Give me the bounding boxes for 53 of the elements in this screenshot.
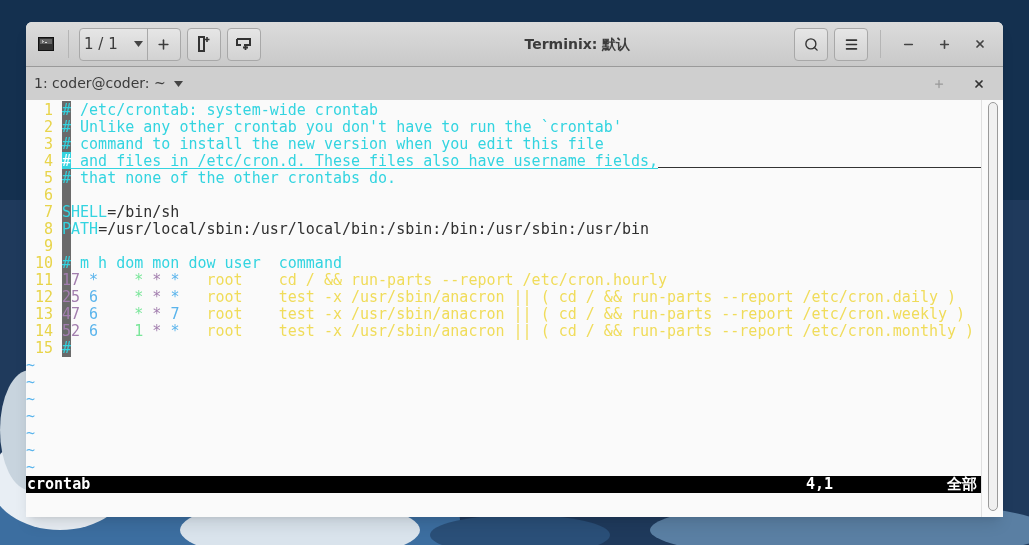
empty-line-marker: ~ xyxy=(26,459,36,476)
code-line: # Unlike any other crontab you don't have to run the `crontab' xyxy=(62,119,622,136)
window-title: Terminix: 默认 xyxy=(524,34,631,54)
empty-line-marker: ~ xyxy=(26,425,36,442)
scrollbar-thumb[interactable] xyxy=(987,102,998,511)
line-number: 3 xyxy=(42,136,53,153)
menu-icon xyxy=(843,36,859,52)
cursor-position: 4,1 xyxy=(805,476,833,493)
line-number: 9 xyxy=(42,238,53,255)
search-icon xyxy=(803,36,819,52)
plus-icon xyxy=(156,36,172,52)
code-line: SHELL=/bin/sh xyxy=(62,204,180,221)
line-number: 6 xyxy=(42,187,53,204)
code-line: # that none of the other crontabs do. xyxy=(62,170,397,187)
line-number: 8 xyxy=(42,221,53,238)
add-terminal-button[interactable] xyxy=(226,27,261,61)
code-line: 47 6 * * 7 root test -x /usr/sbin/anacron || ( cd / && run-parts --report /etc/cron.weekly ) xyxy=(62,306,966,323)
line-number: 1 xyxy=(42,102,53,119)
line-number: 11 xyxy=(33,272,53,289)
maximize-icon xyxy=(937,37,951,51)
split-icon xyxy=(197,36,210,52)
menu-button[interactable] xyxy=(834,27,868,61)
empty-line-marker: ~ xyxy=(26,357,36,374)
line-number: 10 xyxy=(33,255,53,272)
scroll-position: 全部 xyxy=(947,476,977,493)
file-name: crontab xyxy=(26,476,91,493)
terminal-title-dropdown[interactable]: 1: coder@coder: ~ xyxy=(34,73,183,94)
code-line: 25 6 * * * root test -x /usr/sbin/anacron || ( cd / && run-parts --report /etc/cron.daily ) xyxy=(62,289,957,306)
line-number: 14 xyxy=(33,323,53,340)
line-number: 13 xyxy=(33,306,53,323)
close-icon xyxy=(974,38,986,50)
empty-line-marker: ~ xyxy=(26,442,36,459)
split-right-button[interactable] xyxy=(186,27,221,61)
code-line: # /etc/crontab: system-wide crontab xyxy=(62,102,379,119)
caret-icon xyxy=(173,80,183,87)
line-number: 5 xyxy=(42,170,53,187)
line-number: 7 xyxy=(42,204,53,221)
code-line: # command to install the new version when you edit this file xyxy=(62,136,604,153)
code-line: 17 * * * * root cd / && run-parts --report /etc/cron.hourly xyxy=(62,272,668,289)
code-line: # m h dom mon dow user command xyxy=(62,255,342,272)
line-number: 12 xyxy=(33,289,53,306)
line-number: 15 xyxy=(33,340,53,357)
empty-line-marker: ~ xyxy=(26,374,36,391)
search-button[interactable] xyxy=(794,27,828,61)
add-terminal-icon xyxy=(235,37,252,51)
line-number: 2 xyxy=(42,119,53,136)
empty-line-marker: ~ xyxy=(26,391,36,408)
line-number: 4 xyxy=(42,153,53,170)
code-line: 52 6 1 * * root test -x /usr/sbin/anacron || ( cd / && run-parts --report /etc/cron.monthly ) xyxy=(62,323,975,340)
plus-icon xyxy=(933,77,945,90)
close-icon xyxy=(973,77,985,90)
caret-icon xyxy=(133,41,143,47)
empty-line-marker: ~ xyxy=(26,408,36,425)
